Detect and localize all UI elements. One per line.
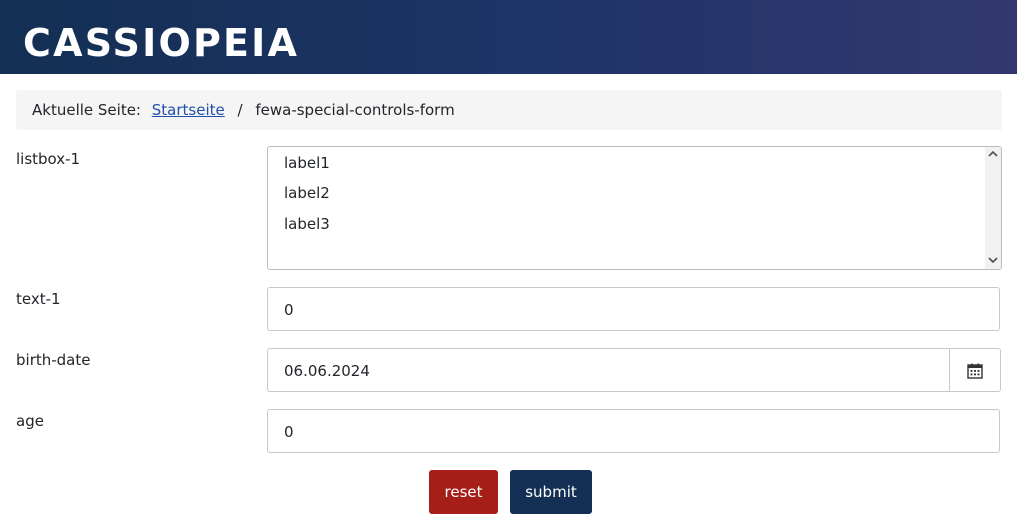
breadcrumb-inner: Aktuelle Seite: Startseite / fewa-specia…: [32, 90, 455, 130]
age-value: 0: [284, 423, 294, 441]
age-label: age: [16, 412, 44, 430]
birth-date-label: birth-date: [16, 351, 91, 369]
breadcrumb: Aktuelle Seite: Startseite / fewa-specia…: [16, 90, 1002, 130]
breadcrumb-prefix: Aktuelle Seite:: [32, 101, 141, 119]
breadcrumb-separator: /: [237, 101, 243, 119]
calendar-button[interactable]: [949, 348, 1001, 392]
birth-date-input[interactable]: 06.06.2024: [267, 348, 950, 392]
listbox-1-label: listbox-1: [16, 150, 81, 168]
submit-button[interactable]: submit: [510, 470, 592, 514]
text-1-input[interactable]: 0: [267, 287, 1000, 331]
text-1-value: 0: [284, 301, 294, 319]
listbox-1[interactable]: label1 label2 label3: [267, 146, 1002, 270]
calendar-icon: [967, 363, 983, 379]
text-1-label: text-1: [16, 290, 61, 308]
site-header: CASSIOPEIA: [0, 0, 1017, 74]
age-input[interactable]: 0: [267, 409, 1000, 453]
listbox-option-2[interactable]: label2: [284, 182, 330, 204]
reset-button[interactable]: reset: [429, 470, 498, 514]
listbox-option-1[interactable]: label1: [284, 152, 330, 174]
breadcrumb-home-link[interactable]: Startseite: [152, 101, 225, 119]
listbox-option-3[interactable]: label3: [284, 213, 330, 235]
site-brand-logo[interactable]: CASSIOPEIA: [23, 20, 299, 66]
breadcrumb-current-page: fewa-special-controls-form: [255, 101, 455, 119]
birth-date-value: 06.06.2024: [284, 362, 370, 380]
listbox-scrollbar[interactable]: [985, 147, 1001, 269]
scroll-down-icon[interactable]: [985, 253, 1001, 269]
scroll-up-icon[interactable]: [985, 147, 1001, 163]
